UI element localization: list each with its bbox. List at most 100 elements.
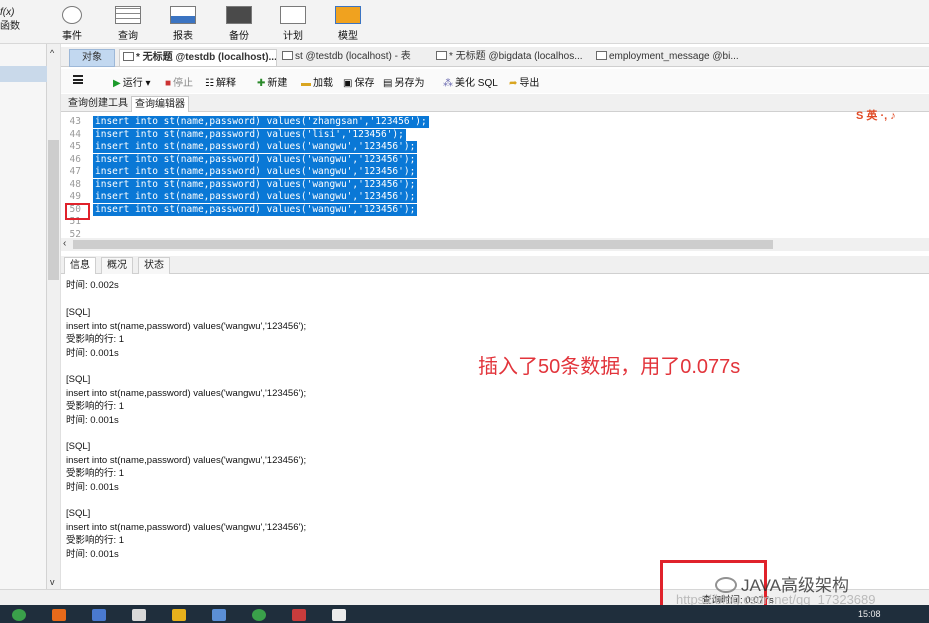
stop-button[interactable]: ■ 停止 [165, 74, 193, 89]
result-tabs: 信息 概况 状态 [61, 256, 929, 274]
app-icon[interactable] [52, 609, 66, 621]
code-text: insert into st(name,password) values('wa… [93, 191, 418, 203]
tab-query-testdb[interactable]: * 无标题 @testdb (localhost)... [119, 49, 277, 67]
new-label: 新建 [267, 78, 288, 89]
run-button[interactable]: ▶ 运行 ▾ [113, 74, 151, 89]
tab-table-st[interactable]: st @testdb (localhost) - 表 [279, 49, 429, 67]
scroll-left-icon[interactable]: ‹ [63, 238, 66, 249]
browser-icon[interactable] [252, 609, 266, 621]
query-tab-icon [123, 52, 134, 61]
scroll-thumb[interactable] [48, 140, 59, 280]
navigator-selected-row[interactable] [0, 66, 47, 82]
chevron-down-icon: ▾ [145, 78, 151, 89]
tab-table-st-label: st @testdb (localhost) - 表 [295, 51, 411, 62]
tab-overview[interactable]: 概况 [101, 257, 133, 274]
message-time: 时间: 0.001s [66, 347, 119, 359]
load-button[interactable]: ▬ 加载 [301, 74, 333, 89]
object-navigator [0, 44, 47, 589]
save-as-button[interactable]: ▤ 另存为 [383, 74, 424, 89]
message-time: 时间: 0.001s [66, 548, 119, 560]
message-time: 时间: 0.001s [66, 481, 119, 493]
event-icon [62, 6, 82, 24]
toolbar-model-button[interactable]: 模型 [326, 6, 370, 42]
stop-icon: ■ [165, 78, 172, 89]
tab-query-bigdata-label: * 无标题 @bigdata (localhos... [449, 51, 583, 62]
toolbar-event-button[interactable]: 事件 [50, 6, 94, 42]
save-as-icon: ▤ [383, 78, 393, 89]
code-text: insert into st(name,password) values('wa… [93, 153, 418, 166]
code-text: insert into st(name,password) values('wa… [93, 166, 418, 178]
export-button[interactable]: ➦ 导出 [509, 74, 539, 89]
function-toolbar-item[interactable]: f(x) 函数 [0, 6, 22, 34]
line-number: 49 [69, 191, 81, 202]
stop-label: 停止 [173, 78, 194, 89]
scroll-down-icon[interactable]: v [50, 577, 55, 587]
run-label: 运行 [122, 78, 143, 89]
tab-objects[interactable]: 对象 [69, 49, 115, 67]
tab-status[interactable]: 状态 [138, 257, 170, 274]
play-icon: ▶ [113, 78, 121, 89]
start-icon[interactable] [12, 609, 26, 621]
os-taskbar: 15:08 [0, 605, 929, 623]
function-label: 函数 [0, 21, 20, 32]
tab-query-builder[interactable]: 查询创建工具 [65, 96, 131, 112]
tab-query-editor[interactable]: 查询编辑器 [131, 96, 189, 112]
message-time: 时间: 0.001s [66, 414, 119, 426]
main-toolbar: f(x) 函数 事件 查询 报表 备份 计划 模型 [0, 0, 929, 44]
toolbar-model-label: 模型 [338, 31, 358, 42]
message-time: 时间: 0.002s [66, 280, 119, 291]
message-sql-tag: [SQL] [66, 508, 91, 519]
view-tab-icon [596, 51, 607, 60]
model-icon [335, 6, 361, 24]
toolbar-backup-button[interactable]: 备份 [217, 6, 261, 42]
line-number: 47 [69, 166, 81, 177]
toolbar-event-label: 事件 [62, 31, 82, 42]
message-sql: insert into st(name,password) values('wa… [66, 521, 307, 533]
tab-info[interactable]: 信息 [64, 257, 96, 274]
explain-button[interactable]: ☷ 解释 [205, 74, 236, 89]
navigator-scrollbar[interactable]: ^ v [47, 44, 61, 589]
code-text: insert into st(name,password) values('wa… [93, 141, 418, 153]
line-number: 44 [69, 128, 81, 140]
message-sql-tag: [SQL] [66, 374, 91, 385]
hamburger-menu-icon[interactable] [73, 75, 83, 84]
ime-badge[interactable]: S 英 ·, ♪ [856, 107, 929, 123]
query-toolbar: ▶ 运行 ▾ ■ 停止 ☷ 解释 ✚ 新建 ▬ 加载 ▣ 保存 ▤ 另存为 ⁂ 美化 SQL ➦… [61, 69, 929, 93]
message-sql: insert into st(name,password) values('wa… [66, 387, 307, 399]
line-number: 45 [69, 141, 81, 152]
toolbar-report-label: 报表 [173, 31, 193, 42]
document-tabs: 对象 * 无标题 @testdb (localhost)... st @test… [61, 47, 929, 67]
tab-employment-message[interactable]: employment_message @bi... [593, 49, 753, 67]
tab-query-bigdata[interactable]: * 无标题 @bigdata (localhos... [433, 49, 591, 67]
beautify-sql-button[interactable]: ⁂ 美化 SQL [443, 74, 498, 89]
save-button[interactable]: ▣ 保存 [343, 74, 374, 89]
editor-horizontal-scrollbar[interactable]: ‹ [61, 238, 929, 251]
sql-editor[interactable]: 43 insert into st(name,password) values('… [61, 112, 929, 240]
app-icon[interactable] [212, 609, 226, 621]
line-number: 43 [69, 116, 81, 127]
query-tab-icon [436, 51, 447, 60]
taskbar-clock: 15:08 [858, 609, 881, 619]
app-icon[interactable] [332, 609, 346, 621]
toolbar-query-label: 查询 [118, 31, 138, 42]
annotation-text: 插入了50条数据，用了0.077s [478, 356, 741, 378]
folder-icon[interactable] [132, 609, 146, 621]
scroll-thumb[interactable] [73, 240, 773, 249]
wechat-icon [715, 577, 737, 593]
line-50-highlight-box [65, 203, 90, 220]
new-button[interactable]: ✚ 新建 [257, 74, 287, 89]
app-icon[interactable] [292, 609, 306, 621]
code-text: insert into st(name,password) values('zh… [93, 116, 429, 128]
export-icon: ➦ [509, 78, 518, 89]
message-sql-tag: [SQL] [66, 307, 91, 318]
query-grid-icon [115, 6, 141, 24]
message-affected-rows: 受影响的行: 1 [66, 468, 125, 479]
scroll-up-icon[interactable]: ^ [50, 48, 54, 58]
message-affected-rows: 受影响的行: 1 [66, 334, 125, 345]
line-number: 46 [69, 153, 81, 165]
app-icon[interactable] [172, 609, 186, 621]
app-icon[interactable] [92, 609, 106, 621]
toolbar-report-button[interactable]: 报表 [161, 6, 205, 42]
toolbar-schedule-button[interactable]: 计划 [271, 6, 315, 42]
toolbar-query-button[interactable]: 查询 [106, 6, 150, 42]
